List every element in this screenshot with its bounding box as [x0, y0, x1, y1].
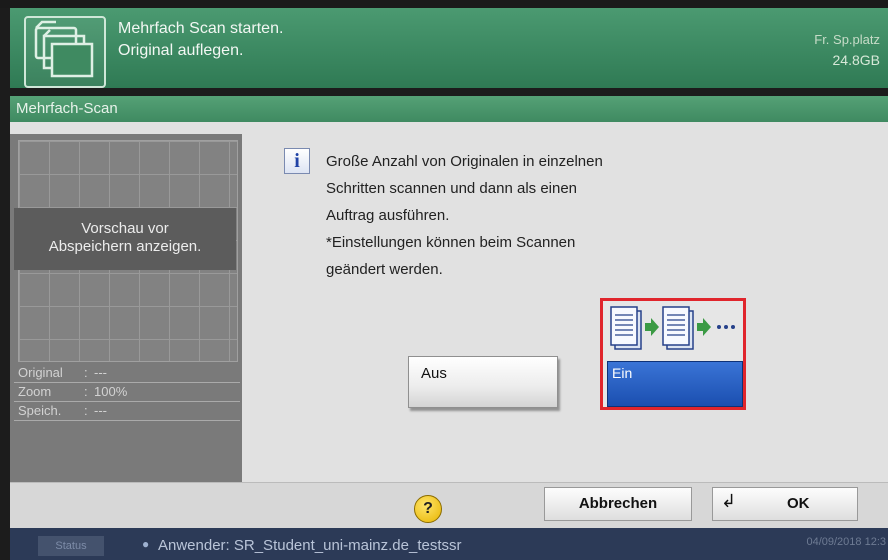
- on-button-label: Ein: [612, 365, 633, 381]
- preview-before-save-button[interactable]: Vorschau vor Abspeichern anzeigen.: [14, 208, 236, 270]
- free-space-indicator: Fr. Sp.platz 24.8GB: [814, 30, 880, 70]
- user-label: Anwender: SR_Student_uni-mainz.de_testss…: [158, 537, 462, 554]
- free-space-label: Fr. Sp.platz: [814, 32, 880, 47]
- info-row-zoom: Zoom : 100%: [14, 383, 240, 402]
- header-bar: Mehrfach Scan starten. Original auflegen…: [10, 8, 888, 88]
- off-button[interactable]: Aus: [408, 356, 558, 408]
- info-key: Zoom: [18, 384, 52, 399]
- user-icon: ●: [142, 537, 150, 551]
- info-value: ---: [94, 403, 107, 418]
- header-message-line2: Original auflegen.: [118, 42, 244, 59]
- info-key: Speich.: [18, 403, 62, 418]
- info-value: ---: [94, 365, 107, 380]
- info-separator: :: [84, 384, 88, 399]
- page-title: Mehrfach-Scan: [16, 100, 118, 117]
- info-icon: i: [284, 148, 310, 174]
- header-message-line1: Mehrfach Scan starten.: [118, 20, 284, 37]
- info-row-storage: Speich. : ---: [14, 402, 240, 421]
- info-separator: :: [84, 403, 88, 418]
- info-separator: :: [84, 365, 88, 380]
- info-line: *Einstellungen können beim Scannen: [326, 234, 576, 251]
- info-line: geändert werden.: [326, 261, 443, 278]
- help-button[interactable]: ?: [414, 495, 442, 523]
- enter-icon: ↲: [721, 491, 737, 511]
- on-option-highlight: Ein: [600, 298, 746, 410]
- ok-button[interactable]: ↲ OK: [712, 487, 858, 521]
- main-panel: Vorschau vor Abspeichern anzeigen. Origi…: [10, 122, 888, 552]
- status-button[interactable]: Status: [38, 536, 104, 556]
- status-bar: Status ● Anwender: SR_Student_uni-mainz.…: [10, 528, 888, 560]
- date-time: 04/09/2018 12:3: [806, 536, 886, 548]
- info-value: 100%: [94, 384, 128, 399]
- off-button-label: Aus: [421, 365, 447, 382]
- ok-button-label: OK: [787, 495, 810, 512]
- preview-button-line1: Vorschau vor: [81, 220, 169, 237]
- preview-button-line2: Abspeichern anzeigen.: [48, 238, 202, 255]
- info-row-original: Original : ---: [14, 364, 240, 383]
- multi-scan-pages-icon: [610, 306, 735, 350]
- printer-screen: Mehrfach Scan starten. Original auflegen…: [0, 0, 888, 560]
- cancel-button[interactable]: Abbrechen: [544, 487, 692, 521]
- multi-document-icon: [24, 16, 106, 88]
- preview-info: Original : --- Zoom : 100% Speich. : ---: [14, 364, 240, 421]
- bottom-bar: ? Abbrechen ↲ OK: [10, 482, 888, 529]
- free-space-value: 24.8GB: [832, 52, 880, 68]
- info-key: Original: [18, 365, 63, 380]
- info-description: Große Anzahl von Originalen in einzelnen…: [326, 148, 706, 283]
- info-line: Große Anzahl von Originalen in einzelnen: [326, 153, 603, 170]
- header-message: Mehrfach Scan starten. Original auflegen…: [118, 18, 283, 62]
- info-line: Schritten scannen und dann als einen: [326, 180, 578, 197]
- title-bar: Mehrfach-Scan: [10, 96, 888, 122]
- on-button[interactable]: Ein: [607, 361, 743, 407]
- info-line: Auftrag ausführen.: [326, 207, 450, 224]
